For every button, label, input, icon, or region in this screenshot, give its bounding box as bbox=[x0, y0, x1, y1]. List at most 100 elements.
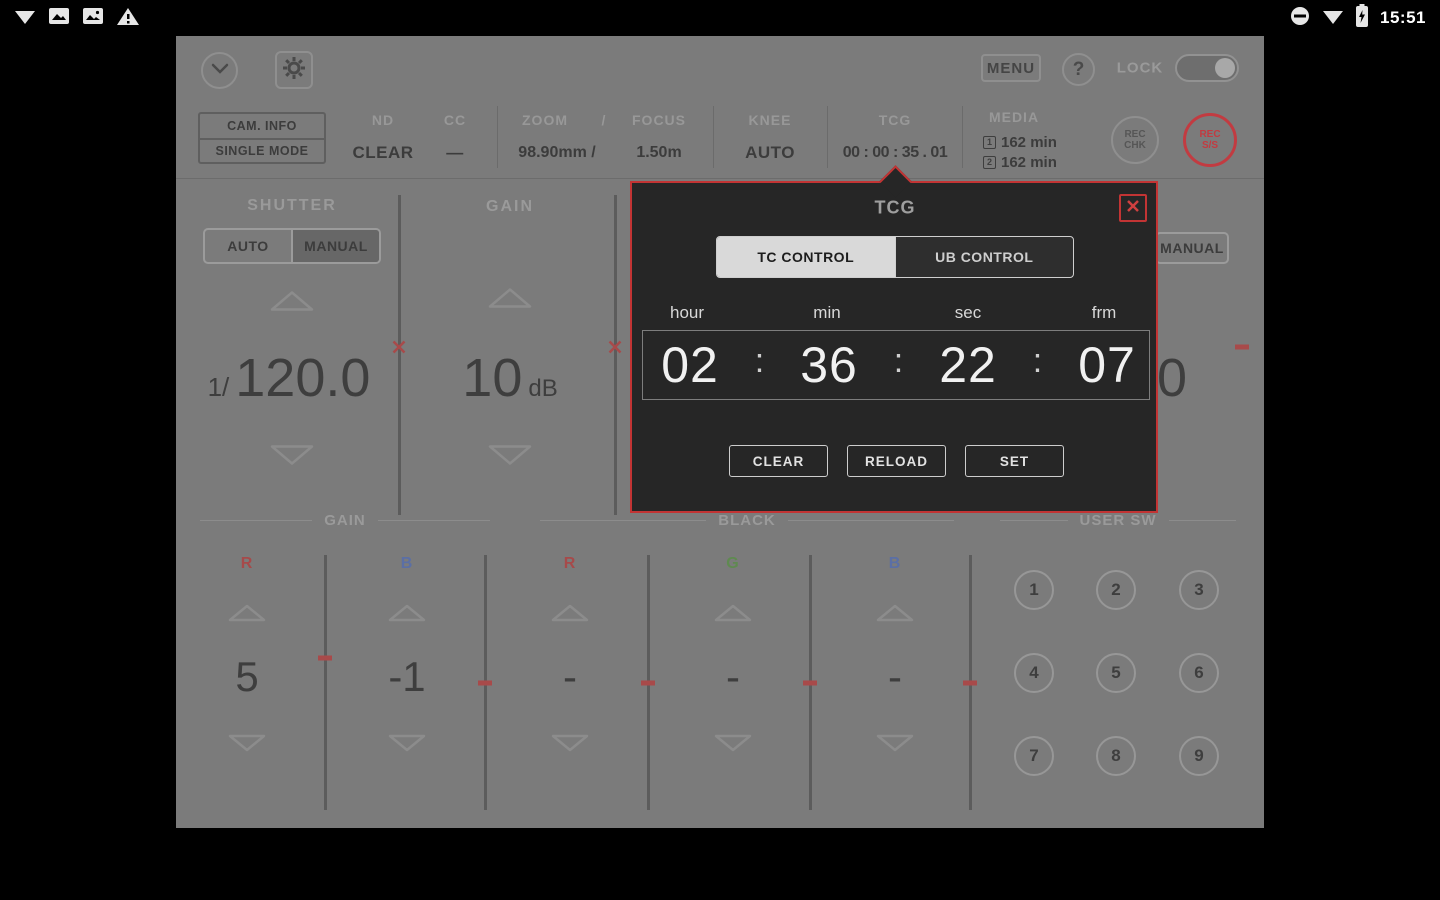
dialog-arrow bbox=[879, 165, 912, 198]
collapse-button[interactable] bbox=[201, 52, 238, 89]
timecode-sec: 22 bbox=[939, 337, 997, 393]
gain-r-down-button[interactable] bbox=[227, 733, 267, 753]
nd-label: ND bbox=[371, 112, 395, 128]
right-partial-value: 0 bbox=[1156, 348, 1188, 408]
clock: 15:51 bbox=[1380, 8, 1426, 27]
user-sw-button-4[interactable]: 4 bbox=[1014, 653, 1054, 693]
set-button[interactable]: SET bbox=[965, 445, 1064, 477]
chevron-down-icon bbox=[211, 62, 229, 80]
gain-b-value: -1 bbox=[388, 653, 426, 700]
gain-r-slider[interactable] bbox=[324, 555, 327, 810]
user-sw-button-5[interactable]: 5 bbox=[1096, 653, 1136, 693]
user-sw-button-3[interactable]: 3 bbox=[1179, 570, 1219, 610]
rec-check-button[interactable]: REC CHK bbox=[1111, 116, 1159, 164]
cc-label: CC bbox=[443, 112, 467, 128]
timecode-frm: 07 bbox=[1078, 337, 1136, 393]
rec-chk-line2: CHK bbox=[1124, 140, 1146, 151]
gain-slider-marker bbox=[608, 340, 623, 355]
shutter-slider-marker bbox=[392, 340, 407, 355]
header-line bbox=[377, 519, 490, 521]
shutter-manual-button[interactable]: MANUAL bbox=[291, 230, 379, 262]
shutter-up-button[interactable] bbox=[269, 290, 315, 313]
black-r-down-button[interactable] bbox=[550, 733, 590, 753]
lock-toggle[interactable] bbox=[1175, 54, 1239, 82]
user-sw-button-1[interactable]: 1 bbox=[1014, 570, 1054, 610]
tcg-value: 00 : 00 : 35 . 01 bbox=[842, 144, 948, 161]
shutter-mode-switch: AUTO MANUAL bbox=[203, 228, 381, 264]
gain-value: 10 dB bbox=[462, 347, 557, 409]
toggle-knob bbox=[1215, 58, 1235, 78]
gain-section-header: GAIN bbox=[200, 511, 490, 529]
knee-value: AUTO bbox=[745, 143, 795, 162]
black-g-value: - bbox=[726, 653, 740, 700]
gain-b-up-button[interactable] bbox=[387, 603, 427, 623]
cam-info-button[interactable]: CAM. INFO SINGLE MODE bbox=[198, 112, 326, 164]
cam-info-label: CAM. INFO bbox=[227, 119, 297, 133]
black-b-up-button[interactable] bbox=[875, 603, 915, 623]
gain-b-label: B bbox=[400, 555, 414, 572]
shutter-down-button[interactable] bbox=[269, 444, 315, 467]
timecode-separator: : bbox=[754, 341, 765, 380]
tab-ub-control[interactable]: UB CONTROL bbox=[894, 237, 1074, 277]
black-g-label: G bbox=[726, 555, 740, 572]
image-icon bbox=[82, 7, 104, 30]
screenshot-icon bbox=[48, 7, 70, 30]
black-g-slider-marker bbox=[803, 680, 817, 686]
zoom-label: ZOOM bbox=[522, 112, 568, 128]
focus-value: 1.50m bbox=[636, 144, 682, 161]
gain-r-up-button[interactable] bbox=[227, 603, 267, 623]
info-divider bbox=[962, 106, 963, 168]
right-manual-button[interactable]: MANUAL bbox=[1155, 232, 1229, 264]
right-slider-marker bbox=[1235, 344, 1249, 350]
user-sw-button-6[interactable]: 6 bbox=[1179, 653, 1219, 693]
status-bar: 15:51 bbox=[0, 0, 1440, 36]
nd-value: CLEAR bbox=[352, 143, 414, 162]
info-divider bbox=[497, 106, 498, 168]
battery-icon bbox=[1356, 4, 1369, 32]
user-sw-button-2[interactable]: 2 bbox=[1096, 570, 1136, 610]
black-b-down-button[interactable] bbox=[875, 733, 915, 753]
user-sw-button-8[interactable]: 8 bbox=[1096, 736, 1136, 776]
gain-title: GAIN bbox=[486, 198, 534, 215]
info-bar-divider bbox=[176, 178, 1264, 179]
help-button[interactable]: ? bbox=[1062, 53, 1095, 86]
timecode-display[interactable]: 02 : 36 : 22 : 07 bbox=[642, 330, 1150, 400]
rec-ss-line2: S/S bbox=[1201, 140, 1219, 151]
header-line bbox=[787, 519, 954, 521]
reload-button[interactable]: RELOAD bbox=[847, 445, 946, 477]
rec-start-stop-button[interactable]: REC S/S bbox=[1183, 113, 1237, 167]
wifi-icon bbox=[1322, 6, 1344, 31]
black-g-up-button[interactable] bbox=[713, 603, 753, 623]
menu-button[interactable]: MENU bbox=[981, 54, 1041, 82]
black-section-label: BLACK bbox=[718, 511, 776, 529]
dialog-close-button[interactable] bbox=[1119, 194, 1147, 222]
black-b-slider-marker bbox=[963, 680, 977, 686]
gain-slider[interactable] bbox=[614, 195, 617, 515]
media-slot-2-remaining: 162 min bbox=[1001, 153, 1057, 171]
header-line bbox=[540, 519, 707, 521]
settings-button[interactable] bbox=[275, 51, 313, 89]
black-g-down-button[interactable] bbox=[713, 733, 753, 753]
gain-up-button[interactable] bbox=[487, 287, 533, 310]
column-label-min: min bbox=[813, 303, 841, 322]
user-sw-button-9[interactable]: 9 bbox=[1179, 736, 1219, 776]
black-r-up-button[interactable] bbox=[550, 603, 590, 623]
shutter-auto-button[interactable]: AUTO bbox=[205, 230, 291, 262]
user-sw-button-7[interactable]: 7 bbox=[1014, 736, 1054, 776]
shutter-slider[interactable] bbox=[398, 195, 401, 515]
gain-down-button[interactable] bbox=[487, 444, 533, 467]
lock-label: LOCK bbox=[1116, 59, 1164, 77]
tab-tc-control[interactable]: TC CONTROL bbox=[717, 237, 895, 277]
gear-icon bbox=[282, 56, 306, 85]
gain-b-down-button[interactable] bbox=[387, 733, 427, 753]
gain-r-label: R bbox=[240, 555, 254, 572]
header-line bbox=[1000, 519, 1068, 521]
gain-value-number: 10 bbox=[462, 348, 523, 408]
header-line bbox=[1168, 519, 1237, 521]
focus-label: FOCUS bbox=[632, 112, 686, 128]
clear-button[interactable]: CLEAR bbox=[729, 445, 828, 477]
status-bar-left bbox=[14, 6, 140, 31]
camera-remote-app: MENU ? LOCK CAM. INFO SINGLE MODE ND CLE… bbox=[176, 36, 1264, 828]
gain-section-label: GAIN bbox=[324, 511, 366, 529]
timecode-hour: 02 bbox=[661, 337, 719, 393]
